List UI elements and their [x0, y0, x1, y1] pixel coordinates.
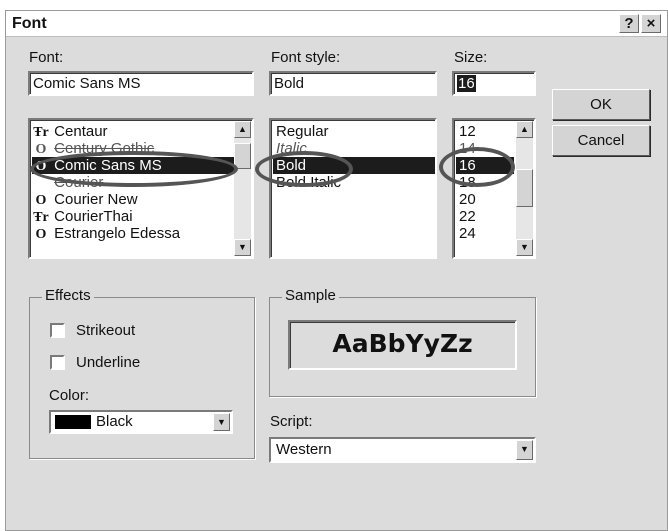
dropdown-arrow-icon[interactable]: ▼ [516, 440, 533, 460]
opentype-icon: O [35, 193, 47, 208]
truetype-icon: Ŧr [33, 125, 49, 140]
size-list[interactable]: 12 14 16 18 20 22 24 ▲ ▼ [452, 118, 536, 259]
color-select-value: Black [96, 413, 133, 430]
size-list-scrollbar[interactable]: ▲ ▼ [516, 121, 533, 256]
sample-label: Sample [282, 287, 339, 304]
size-item[interactable]: 12 [456, 123, 514, 140]
font-style-input[interactable]: Bold [269, 71, 437, 96]
script-label: Script: [270, 413, 313, 430]
title-bar: Font ? × [6, 11, 667, 37]
color-label: Color: [49, 387, 90, 404]
font-style-item-selected[interactable]: Bold [273, 157, 435, 174]
size-input[interactable]: 16 [452, 71, 536, 96]
size-label: Size: [454, 49, 488, 66]
scroll-thumb[interactable] [234, 143, 251, 169]
opentype-icon: O [35, 142, 47, 157]
font-list-scrollbar[interactable]: ▲ ▼ [234, 121, 251, 256]
underline-label: Underline [76, 354, 141, 371]
ok-button[interactable]: OK [552, 89, 650, 120]
color-swatch [55, 415, 91, 429]
font-list-item[interactable]: O Century Gothic [32, 140, 235, 157]
font-list-item[interactable]: Ŧr Centaur [32, 123, 235, 140]
strikeout-checkbox[interactable] [50, 323, 65, 338]
close-button[interactable]: × [641, 14, 661, 33]
script-select[interactable]: Western ▼ [269, 437, 536, 463]
help-button[interactable]: ? [619, 14, 639, 33]
size-input-selection: 16 [457, 75, 476, 92]
font-list-item[interactable]: O Estrangelo Edessa [32, 225, 235, 242]
font-list-item-selected[interactable]: O Comic Sans MS [32, 157, 235, 174]
font-style-item[interactable]: Regular [273, 123, 435, 140]
scroll-up-arrow-icon[interactable]: ▲ [234, 121, 251, 138]
font-dialog: Font ? × Font: Comic Sans MS Ŧr Centaur … [5, 10, 668, 531]
sample-preview: AaBbYyZz [288, 320, 517, 370]
underline-checkbox[interactable] [50, 355, 65, 370]
size-item[interactable]: 14 [456, 140, 514, 157]
truetype-icon: Ŧr [33, 210, 49, 225]
opentype-icon: O [35, 227, 47, 242]
font-style-item[interactable]: Bold Italic [273, 174, 435, 191]
font-list-item[interactable]: Courier [32, 174, 235, 191]
effects-group [29, 297, 255, 459]
font-list[interactable]: Ŧr Centaur O Century Gothic O Comic Sans… [28, 118, 254, 259]
script-select-value: Western [276, 441, 332, 458]
scroll-thumb[interactable] [516, 169, 533, 207]
font-label: Font: [29, 49, 64, 66]
scroll-down-arrow-icon[interactable]: ▼ [516, 239, 533, 256]
size-item[interactable]: 20 [456, 191, 514, 208]
font-name-input[interactable]: Comic Sans MS [28, 71, 254, 96]
cancel-button[interactable]: Cancel [552, 125, 650, 156]
font-style-list[interactable]: Regular Italic Bold Bold Italic [269, 118, 437, 259]
size-item[interactable]: 24 [456, 225, 514, 242]
strikeout-label: Strikeout [76, 322, 136, 339]
dialog-title: Font [12, 15, 47, 32]
font-list-item[interactable]: O Courier New [32, 191, 235, 208]
size-item[interactable]: 22 [456, 208, 514, 225]
font-style-item[interactable]: Italic [273, 140, 435, 157]
opentype-icon: O [35, 159, 47, 174]
font-style-label: Font style: [271, 49, 341, 66]
scroll-down-arrow-icon[interactable]: ▼ [234, 239, 251, 256]
font-list-item[interactable]: Ŧr CourierThai [32, 208, 235, 225]
size-item[interactable]: 18 [456, 174, 514, 191]
dropdown-arrow-icon[interactable]: ▼ [213, 413, 230, 431]
size-item-selected[interactable]: 16 [456, 157, 514, 174]
color-select[interactable]: Black ▼ [49, 410, 233, 434]
effects-label: Effects [42, 287, 94, 304]
scroll-up-arrow-icon[interactable]: ▲ [516, 121, 533, 138]
